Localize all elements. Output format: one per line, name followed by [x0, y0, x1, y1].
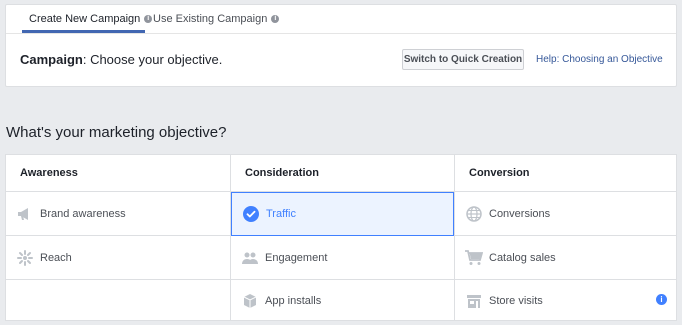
objective-grid: Awareness Brand awareness Reach Consider… [5, 154, 677, 321]
objective-label: Engagement [265, 251, 328, 264]
column-conversion: Conversion Conversions Catalog sales Sto… [454, 155, 677, 320]
globe-icon [465, 205, 483, 223]
column-header: Conversion [455, 155, 677, 192]
info-icon[interactable]: i [271, 15, 280, 23]
active-tab-underline [22, 30, 145, 33]
switch-to-quick-creation-button[interactable]: Switch to Quick Creation [402, 49, 524, 70]
campaign-card: Create New Campaign i Use Existing Campa… [5, 4, 677, 87]
empty-cell [6, 280, 230, 322]
campaign-text: : Choose your objective. [82, 52, 223, 67]
column-header: Consideration [231, 155, 454, 192]
help-link[interactable]: Help: Choosing an Objective [536, 54, 663, 65]
page-title: What's your marketing objective? [6, 124, 227, 141]
tab-use-existing-campaign[interactable]: Use Existing Campaign i [153, 5, 280, 34]
objective-reach[interactable]: Reach [6, 236, 230, 280]
objective-label: Brand awareness [40, 207, 126, 220]
tab-label: Use Existing Campaign [153, 13, 268, 25]
objective-engagement[interactable]: Engagement [231, 236, 454, 280]
column-consideration: Consideration Traffic Engagement App ins… [230, 155, 454, 320]
tab-label: Create New Campaign [29, 13, 141, 25]
objective-label: Reach [40, 251, 72, 264]
cart-icon [465, 249, 483, 267]
info-icon[interactable]: i [656, 294, 667, 305]
objective-traffic[interactable]: Traffic [231, 192, 454, 236]
store-icon [465, 292, 483, 310]
campaign-prefix: Campaign [20, 52, 83, 67]
tab-bar: Create New Campaign i Use Existing Campa… [6, 5, 676, 34]
objective-label: Traffic [266, 208, 296, 220]
objective-store-visits[interactable]: Store visits i [455, 280, 677, 322]
info-icon[interactable]: i [144, 15, 153, 23]
checkmark-icon [242, 205, 260, 223]
objective-label: Conversions [489, 207, 551, 220]
objective-catalog-sales[interactable]: Catalog sales [455, 236, 677, 280]
objective-brand-awareness[interactable]: Brand awareness [6, 192, 230, 236]
box-icon [241, 292, 259, 310]
campaign-heading: Campaign: Choose your objective. [20, 52, 222, 67]
column-awareness: Awareness Brand awareness Reach [6, 155, 230, 320]
objective-label: Catalog sales [489, 251, 556, 264]
people-icon [241, 249, 259, 267]
column-header: Awareness [6, 155, 230, 192]
reach-icon [16, 249, 34, 267]
megaphone-icon [16, 205, 34, 223]
objective-conversions[interactable]: Conversions [455, 192, 677, 236]
objective-label: App installs [265, 295, 322, 307]
objective-label: Store visits [489, 295, 543, 307]
objective-app-installs[interactable]: App installs [231, 280, 454, 322]
